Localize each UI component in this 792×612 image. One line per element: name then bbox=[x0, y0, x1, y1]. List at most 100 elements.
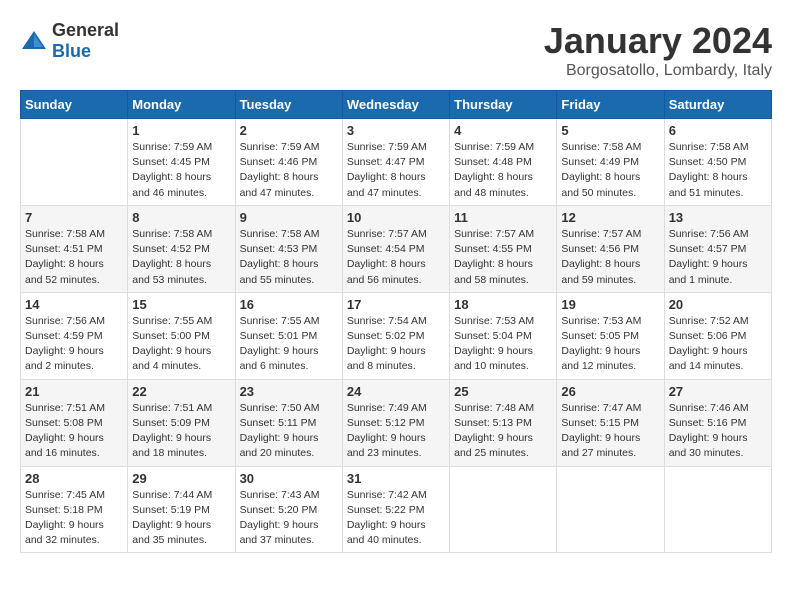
day-info: Sunrise: 7:45 AMSunset: 5:18 PMDaylight:… bbox=[25, 488, 123, 549]
day-info: Sunrise: 7:53 AMSunset: 5:04 PMDaylight:… bbox=[454, 314, 552, 375]
weekday-header-cell: Friday bbox=[557, 91, 664, 119]
calendar-week-row: 1 Sunrise: 7:59 AMSunset: 4:45 PMDaylight… bbox=[21, 119, 772, 206]
calendar-day-cell: 5 Sunrise: 7:58 AMSunset: 4:49 PMDaylight… bbox=[557, 119, 664, 206]
day-number: 18 bbox=[454, 297, 552, 312]
day-number: 2 bbox=[240, 123, 338, 138]
logo: General Blue bbox=[20, 20, 119, 62]
day-number: 1 bbox=[132, 123, 230, 138]
calendar-day-cell: 4 Sunrise: 7:59 AMSunset: 4:48 PMDaylight… bbox=[450, 119, 557, 206]
calendar-day-cell: 21Sunrise: 7:51 AMSunset: 5:08 PMDayligh… bbox=[21, 379, 128, 466]
day-number: 11 bbox=[454, 210, 552, 225]
day-number: 15 bbox=[132, 297, 230, 312]
calendar-day-cell: 6 Sunrise: 7:58 AMSunset: 4:50 PMDaylight… bbox=[664, 119, 771, 206]
title-area: January 2024 Borgosatollo, Lombardy, Ita… bbox=[544, 20, 772, 80]
calendar-week-row: 14 Sunrise: 7:56 AMSunset: 4:59 PMDayligh… bbox=[21, 292, 772, 379]
day-number: 16 bbox=[240, 297, 338, 312]
weekday-header-row: SundayMondayTuesdayWednesdayThursdayFrid… bbox=[21, 91, 772, 119]
calendar-day-cell: 2 Sunrise: 7:59 AMSunset: 4:46 PMDaylight… bbox=[235, 119, 342, 206]
calendar-week-row: 28 Sunrise: 7:45 AMSunset: 5:18 PMDayligh… bbox=[21, 466, 772, 553]
day-number: 4 bbox=[454, 123, 552, 138]
day-number: 22 bbox=[132, 384, 230, 399]
weekday-header-cell: Sunday bbox=[21, 91, 128, 119]
calendar-day-cell: 26 Sunrise: 7:47 AMSunset: 5:15 PMDayligh… bbox=[557, 379, 664, 466]
day-number: 26 bbox=[561, 384, 659, 399]
calendar-day-cell: 23Sunrise: 7:50 AMSunset: 5:11 PMDayligh… bbox=[235, 379, 342, 466]
calendar-week-row: 7 Sunrise: 7:58 AMSunset: 4:51 PMDaylight… bbox=[21, 205, 772, 292]
calendar-day-cell: 20Sunrise: 7:52 AMSunset: 5:06 PMDayligh… bbox=[664, 292, 771, 379]
day-number: 5 bbox=[561, 123, 659, 138]
day-number: 30 bbox=[240, 471, 338, 486]
calendar-day-cell: 24 Sunrise: 7:49 AMSunset: 5:12 PMDayligh… bbox=[342, 379, 449, 466]
day-number: 29 bbox=[132, 471, 230, 486]
day-number: 24 bbox=[347, 384, 445, 399]
calendar-day-cell: 9 Sunrise: 7:58 AMSunset: 4:53 PMDaylight… bbox=[235, 205, 342, 292]
day-info: Sunrise: 7:43 AMSunset: 5:20 PMDaylight:… bbox=[240, 488, 338, 549]
month-title: January 2024 bbox=[544, 20, 772, 62]
day-number: 14 bbox=[25, 297, 123, 312]
day-number: 31 bbox=[347, 471, 445, 486]
calendar-day-cell: 29 Sunrise: 7:44 AMSunset: 5:19 PMDayligh… bbox=[128, 466, 235, 553]
location-title: Borgosatollo, Lombardy, Italy bbox=[544, 62, 772, 80]
calendar-day-cell: 11Sunrise: 7:57 AMSunset: 4:55 PMDayligh… bbox=[450, 205, 557, 292]
day-number: 6 bbox=[669, 123, 767, 138]
day-number: 9 bbox=[240, 210, 338, 225]
day-info: Sunrise: 7:48 AMSunset: 5:13 PMDaylight:… bbox=[454, 401, 552, 462]
logo-text-general: General bbox=[52, 20, 119, 40]
day-info: Sunrise: 7:42 AMSunset: 5:22 PMDaylight:… bbox=[347, 488, 445, 549]
day-number: 8 bbox=[132, 210, 230, 225]
day-info: Sunrise: 7:58 AMSunset: 4:51 PMDaylight:… bbox=[25, 227, 123, 288]
calendar-day-cell: 19 Sunrise: 7:53 AMSunset: 5:05 PMDayligh… bbox=[557, 292, 664, 379]
calendar-day-cell: 3 Sunrise: 7:59 AMSunset: 4:47 PMDaylight… bbox=[342, 119, 449, 206]
calendar-table: SundayMondayTuesdayWednesdayThursdayFrid… bbox=[20, 90, 772, 553]
day-number: 20 bbox=[669, 297, 767, 312]
weekday-header-cell: Wednesday bbox=[342, 91, 449, 119]
day-info: Sunrise: 7:58 AMSunset: 4:52 PMDaylight:… bbox=[132, 227, 230, 288]
calendar-day-cell: 14 Sunrise: 7:56 AMSunset: 4:59 PMDayligh… bbox=[21, 292, 128, 379]
weekday-header-cell: Tuesday bbox=[235, 91, 342, 119]
page-header: General Blue January 2024 Borgosatollo, … bbox=[20, 20, 772, 80]
calendar-day-cell: 27 Sunrise: 7:46 AMSunset: 5:16 PMDayligh… bbox=[664, 379, 771, 466]
day-number: 7 bbox=[25, 210, 123, 225]
day-info: Sunrise: 7:59 AMSunset: 4:48 PMDaylight:… bbox=[454, 140, 552, 201]
day-info: Sunrise: 7:58 AMSunset: 4:49 PMDaylight:… bbox=[561, 140, 659, 201]
day-info: Sunrise: 7:57 AMSunset: 4:56 PMDaylight:… bbox=[561, 227, 659, 288]
calendar-day-cell: 15Sunrise: 7:55 AMSunset: 5:00 PMDayligh… bbox=[128, 292, 235, 379]
day-number: 19 bbox=[561, 297, 659, 312]
day-info: Sunrise: 7:59 AMSunset: 4:46 PMDaylight:… bbox=[240, 140, 338, 201]
calendar-day-cell: 28 Sunrise: 7:45 AMSunset: 5:18 PMDayligh… bbox=[21, 466, 128, 553]
calendar-day-cell: 17Sunrise: 7:54 AMSunset: 5:02 PMDayligh… bbox=[342, 292, 449, 379]
day-info: Sunrise: 7:56 AMSunset: 4:57 PMDaylight:… bbox=[669, 227, 767, 288]
day-number: 3 bbox=[347, 123, 445, 138]
day-number: 12 bbox=[561, 210, 659, 225]
calendar-day-cell: 1 Sunrise: 7:59 AMSunset: 4:45 PMDaylight… bbox=[128, 119, 235, 206]
calendar-day-cell: 30 Sunrise: 7:43 AMSunset: 5:20 PMDayligh… bbox=[235, 466, 342, 553]
calendar-day-cell: 12 Sunrise: 7:57 AMSunset: 4:56 PMDayligh… bbox=[557, 205, 664, 292]
logo-text-blue: Blue bbox=[52, 41, 91, 61]
day-number: 28 bbox=[25, 471, 123, 486]
day-info: Sunrise: 7:56 AMSunset: 4:59 PMDaylight:… bbox=[25, 314, 123, 375]
day-info: Sunrise: 7:59 AMSunset: 4:45 PMDaylight:… bbox=[132, 140, 230, 201]
day-info: Sunrise: 7:47 AMSunset: 5:15 PMDaylight:… bbox=[561, 401, 659, 462]
day-info: Sunrise: 7:49 AMSunset: 5:12 PMDaylight:… bbox=[347, 401, 445, 462]
day-info: Sunrise: 7:55 AMSunset: 5:01 PMDaylight:… bbox=[240, 314, 338, 375]
weekday-header-cell: Thursday bbox=[450, 91, 557, 119]
calendar-week-row: 21Sunrise: 7:51 AMSunset: 5:08 PMDayligh… bbox=[21, 379, 772, 466]
day-info: Sunrise: 7:57 AMSunset: 4:54 PMDaylight:… bbox=[347, 227, 445, 288]
day-number: 27 bbox=[669, 384, 767, 399]
calendar-day-cell: 22Sunrise: 7:51 AMSunset: 5:09 PMDayligh… bbox=[128, 379, 235, 466]
day-info: Sunrise: 7:46 AMSunset: 5:16 PMDaylight:… bbox=[669, 401, 767, 462]
calendar-day-cell: 7 Sunrise: 7:58 AMSunset: 4:51 PMDaylight… bbox=[21, 205, 128, 292]
weekday-header-cell: Monday bbox=[128, 91, 235, 119]
day-info: Sunrise: 7:58 AMSunset: 4:50 PMDaylight:… bbox=[669, 140, 767, 201]
calendar-day-cell: 16 Sunrise: 7:55 AMSunset: 5:01 PMDayligh… bbox=[235, 292, 342, 379]
calendar-day-cell bbox=[664, 466, 771, 553]
day-info: Sunrise: 7:58 AMSunset: 4:53 PMDaylight:… bbox=[240, 227, 338, 288]
day-number: 10 bbox=[347, 210, 445, 225]
calendar-day-cell: 8 Sunrise: 7:58 AMSunset: 4:52 PMDaylight… bbox=[128, 205, 235, 292]
day-info: Sunrise: 7:44 AMSunset: 5:19 PMDaylight:… bbox=[132, 488, 230, 549]
day-info: Sunrise: 7:53 AMSunset: 5:05 PMDaylight:… bbox=[561, 314, 659, 375]
calendar-day-cell bbox=[557, 466, 664, 553]
calendar-day-cell bbox=[21, 119, 128, 206]
day-info: Sunrise: 7:59 AMSunset: 4:47 PMDaylight:… bbox=[347, 140, 445, 201]
day-number: 23 bbox=[240, 384, 338, 399]
